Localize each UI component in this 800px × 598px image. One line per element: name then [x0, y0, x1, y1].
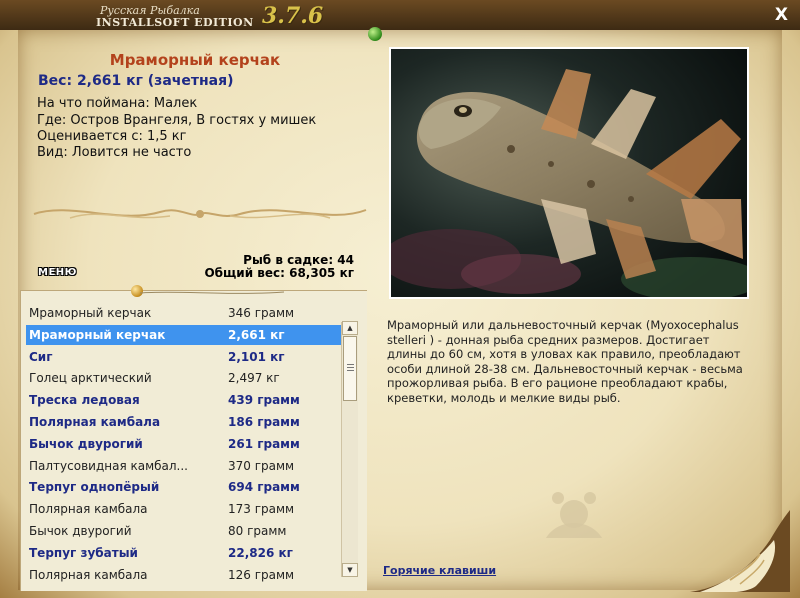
- scroll-thumb[interactable]: [343, 336, 357, 401]
- catch-fish-weight: 2,497 кг: [228, 371, 280, 386]
- catch-fish-name: Полярная камбала: [29, 502, 148, 517]
- catch-list: Мраморный керчак 346 грамм Мраморный керча…: [20, 290, 367, 591]
- fish-valued-from: Оценивается с: 1,5 кг: [37, 129, 187, 144]
- keepnet-count: Рыб в садке: 44: [243, 253, 354, 267]
- catch-fish-name: Полярная камбала: [29, 567, 148, 582]
- logo-edition: INSTALLSOFT EDITION: [96, 16, 254, 29]
- catch-fish-weight: 694 грамм: [228, 480, 300, 495]
- catch-list-row[interactable]: Мраморный керчак 2,661 кг: [26, 324, 344, 345]
- crab-watermark-icon: [546, 492, 602, 538]
- fish-bait: На что поймана: Малек: [37, 96, 198, 111]
- catch-fish-name: Треска ледовая: [29, 393, 140, 408]
- catch-list-row[interactable]: Терпуг однопёрый 694 грамм: [26, 477, 344, 497]
- catch-list-row[interactable]: Полярная камбала 173 грамм: [26, 499, 344, 519]
- catch-list-row[interactable]: Палтусовидная камбал... 370 грамм: [26, 456, 344, 476]
- catch-fish-weight: 2,661 кг: [228, 327, 285, 342]
- catch-fish-name: Мраморный керчак: [29, 306, 152, 320]
- catch-list-row[interactable]: Бычок двурогий 261 грамм: [26, 434, 344, 454]
- fish-weight: Вес: 2,661 кг (зачетная): [38, 73, 234, 89]
- grip-line: [347, 370, 354, 371]
- fish-photo: [389, 47, 749, 299]
- close-icon[interactable]: X: [775, 5, 788, 25]
- catch-list-row[interactable]: Голец арктический 2,497 кг: [26, 368, 344, 388]
- green-pin-icon: [368, 27, 382, 41]
- menu-button[interactable]: МЕНЮ: [38, 267, 77, 278]
- fish-description: Мраморный или дальневосточный керчак (My…: [387, 318, 743, 405]
- scroll-up-icon[interactable]: ▲: [342, 321, 358, 335]
- fish-title: Мраморный керчак: [109, 51, 281, 69]
- catch-fish-name: Мраморный керчак: [29, 327, 166, 342]
- keepnet-weight: Общий вес: 68,305 кг: [204, 266, 354, 280]
- fish-place: Где: Остров Врангеля, В гостях у мишек: [37, 113, 317, 128]
- catch-list-row[interactable]: Треска ледовая 439 грамм: [26, 390, 344, 410]
- catch-list-row[interactable]: Полярная камбала 126 грамм: [26, 565, 344, 585]
- catch-fish-weight: 22,826 кг: [228, 545, 293, 560]
- catch-fish-name: Бычок двурогий: [29, 524, 132, 538]
- catch-fish-weight: 80 грамм: [228, 524, 287, 538]
- catch-fish-weight: 370 грамм: [228, 458, 295, 473]
- catch-fish-name: Бычок двурогий: [29, 436, 143, 451]
- hotkeys-link[interactable]: Горячие клавиши: [383, 564, 496, 577]
- catch-fish-weight: 173 грамм: [228, 502, 295, 517]
- catch-fish-name: Сиг: [29, 349, 53, 364]
- page-curl-icon: [690, 510, 790, 592]
- catch-fish-weight: 346 грамм: [228, 306, 295, 320]
- catch-list-row[interactable]: Сиг 2,101 кг: [26, 347, 344, 367]
- fish-kind: Вид: Ловится не часто: [37, 145, 192, 160]
- catch-fish-weight: 439 грамм: [228, 393, 300, 408]
- game-window: Русская Рыбалка INSTALLSOFT EDITION 3.7.…: [0, 0, 800, 598]
- pin-string-icon: [139, 291, 285, 294]
- scroll-down-icon[interactable]: ▼: [342, 563, 358, 577]
- catch-fish-weight: 261 грамм: [228, 436, 300, 451]
- catch-list-row[interactable]: Бычок двурогий 80 грамм: [26, 521, 344, 541]
- catch-fish-name: Палтусовидная камбал...: [29, 458, 188, 473]
- grip-line: [347, 367, 354, 368]
- grip-line: [347, 364, 354, 365]
- fish-photo-image: [391, 49, 747, 297]
- ornament-divider: [33, 209, 367, 219]
- catch-list-row[interactable]: Терпуг зубатый 22,826 кг: [26, 543, 344, 563]
- catch-fish-weight: 126 грамм: [228, 567, 295, 582]
- catch-list-row[interactable]: Полярная камбала 186 грамм: [26, 412, 344, 432]
- catch-fish-name: Терпуг зубатый: [29, 545, 138, 560]
- catch-list-row[interactable]: Мраморный керчак 346 грамм: [26, 303, 344, 323]
- title-bar: Русская Рыбалка INSTALLSOFT EDITION 3.7.…: [0, 0, 800, 30]
- logo-version: 3.7.6: [262, 3, 324, 29]
- list-scrollbar[interactable]: ▲ ▼: [341, 321, 358, 577]
- catch-fish-name: Полярная камбала: [29, 415, 161, 429]
- catch-fish-weight: 186 грамм: [228, 415, 300, 429]
- catch-fish-name: Голец арктический: [29, 371, 152, 386]
- catch-fish-weight: 2,101 кг: [228, 349, 285, 364]
- catch-fish-name: Терпуг однопёрый: [29, 480, 160, 495]
